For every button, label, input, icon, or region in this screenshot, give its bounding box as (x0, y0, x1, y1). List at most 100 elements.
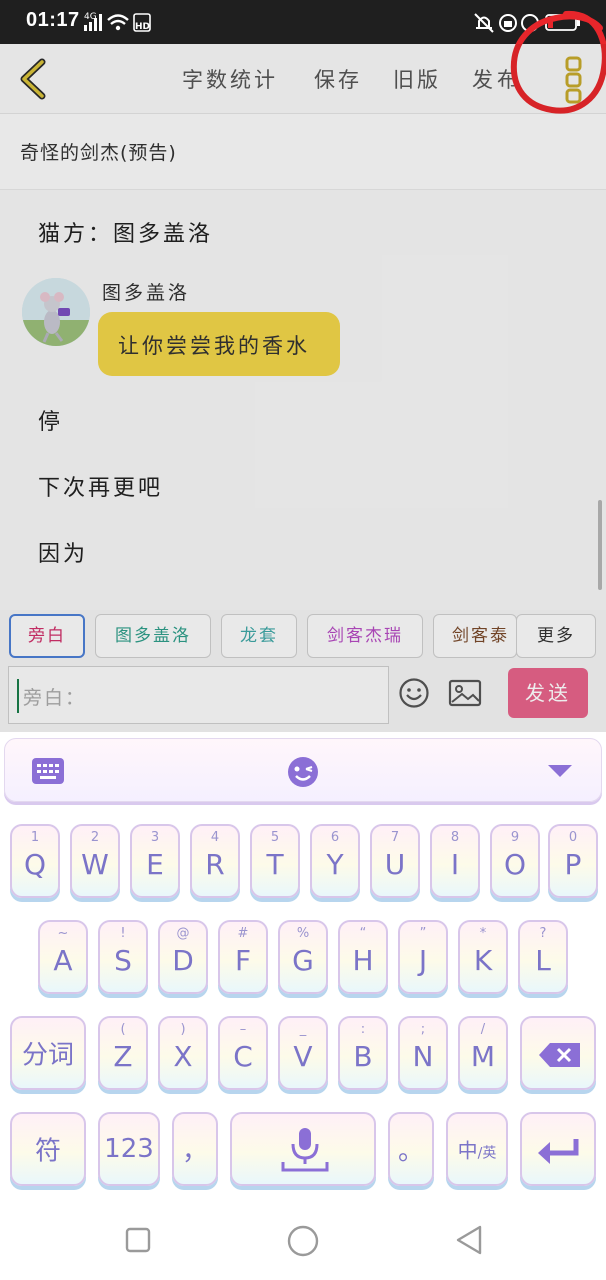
narration-line[interactable]: 因为 (38, 536, 88, 568)
key-y[interactable]: 6Y (310, 824, 360, 898)
key-o[interactable]: 9O (490, 824, 540, 898)
old-version-button[interactable]: 旧版 (393, 64, 441, 94)
key-n[interactable]: ; N (398, 1016, 448, 1090)
key-hint: 3 (150, 830, 160, 845)
key-t[interactable]: 5T (250, 824, 300, 898)
key-s[interactable]: ! S (98, 920, 148, 994)
input-placeholder: 旁白： (23, 687, 87, 709)
role-chip-narrator[interactable]: 旁白 (9, 614, 85, 658)
narration-line[interactable]: 停 (38, 404, 63, 436)
language-switch-key[interactable]: 中/英 (446, 1112, 508, 1186)
role-chip-character[interactable]: 龙套 (221, 614, 297, 658)
narration-line[interactable]: 下次再更吧 (38, 470, 163, 502)
number-key[interactable]: 123 (98, 1112, 160, 1186)
wink-emoji-icon[interactable] (286, 755, 320, 789)
key-hint: 4 (210, 830, 220, 845)
key-i[interactable]: 8I (430, 824, 480, 898)
key-hint: – (239, 1022, 247, 1037)
key-label: S (114, 944, 132, 977)
role-chip-character[interactable]: 剑客泰 (433, 614, 517, 658)
text-caret (17, 679, 19, 713)
publish-button[interactable]: 发布 (472, 64, 522, 94)
avatar[interactable] (22, 278, 90, 346)
key-label: 。 (397, 1136, 424, 1167)
key-label: M (470, 1040, 496, 1073)
word-count-button[interactable]: 字数统计 (182, 64, 278, 94)
period-key[interactable]: 。 (388, 1112, 434, 1186)
key-label: R (205, 848, 225, 881)
key-a[interactable]: ~ A (38, 920, 88, 994)
recent-apps-icon[interactable] (124, 1226, 152, 1254)
key-hint: ; (420, 1022, 426, 1037)
key-c[interactable]: – C (218, 1016, 268, 1090)
document-title[interactable]: 奇怪的剑杰(预告) (20, 138, 177, 165)
key-hint: 5 (270, 830, 280, 845)
more-roles-button[interactable]: 更多 (516, 614, 596, 658)
send-button[interactable]: 发送 (508, 668, 588, 718)
delete-key[interactable] (520, 1016, 596, 1090)
enter-key[interactable] (520, 1112, 596, 1186)
keyboard-toolbar (4, 738, 602, 802)
key-label: Z (113, 1040, 133, 1073)
narration-line[interactable]: 猫方：图多盖洛 (38, 216, 213, 248)
key-h[interactable]: “H (338, 920, 388, 994)
key-label: L (535, 944, 551, 977)
key-u[interactable]: 7U (370, 824, 420, 898)
key-e[interactable]: 3E (130, 824, 180, 898)
network-signal-icon: 4G HD (84, 12, 151, 32)
smiley-icon[interactable] (398, 677, 430, 709)
key-label: P (564, 848, 582, 881)
key-hint: _ (299, 1022, 307, 1037)
vertical-more-icon[interactable] (556, 54, 592, 106)
key-w[interactable]: 2W (70, 824, 120, 898)
back-triangle-icon[interactable] (454, 1224, 484, 1256)
key-label: Q (23, 848, 47, 881)
chevron-left-icon[interactable] (10, 54, 60, 104)
enter-icon (538, 1139, 579, 1164)
message-input-row: 旁白： 发送 (0, 662, 606, 732)
key-label: A (53, 944, 73, 977)
home-icon[interactable] (286, 1224, 320, 1258)
symbol-key[interactable]: 符 (10, 1112, 86, 1186)
role-chip-character[interactable]: 图多盖洛 (95, 614, 211, 658)
key-r[interactable]: 4R (190, 824, 240, 898)
save-button[interactable]: 保存 (314, 64, 362, 94)
image-icon[interactable] (448, 678, 482, 708)
role-chip-character[interactable]: 剑客杰瑞 (307, 614, 423, 658)
key-hint: 6 (330, 830, 340, 845)
bubble-text: 让你尝尝我的香水 (118, 334, 310, 358)
top-toolbar: 字数统计 保存 旧版 发布 (0, 44, 606, 114)
key-hint: “ (359, 926, 367, 941)
scrollbar[interactable] (598, 500, 602, 590)
key-k[interactable]: * K (458, 920, 508, 994)
key-l[interactable]: ? L (518, 920, 568, 994)
story-content: 猫方：图多盖洛 图多盖洛 让你尝尝我的香水 停 下次再更吧 因为 (0, 190, 606, 610)
key-q[interactable]: 1Q (10, 824, 60, 898)
key-m[interactable]: / M (458, 1016, 508, 1090)
message-input[interactable]: 旁白： (8, 666, 389, 724)
key-hint: 8 (450, 830, 460, 845)
key-b[interactable]: :B (338, 1016, 388, 1090)
triangle-down-icon[interactable] (547, 763, 573, 779)
key-label: G (292, 944, 314, 977)
lang-cn-label: 中 (457, 1138, 478, 1163)
key-hint: 1 (30, 830, 40, 845)
key-d[interactable]: @ D (158, 920, 208, 994)
key-hint: 9 (510, 830, 520, 845)
key-p[interactable]: 0P (548, 824, 598, 898)
key-label: X (173, 1040, 193, 1073)
key-j[interactable]: ” J (398, 920, 448, 994)
editor-screen: 字数统计 保存 旧版 发布 奇怪的剑杰(预告) 猫方：图多盖洛 图多盖洛 让你尝… (0, 44, 606, 732)
key-v[interactable]: _ V (278, 1016, 328, 1090)
key-g[interactable]: % G (278, 920, 328, 994)
space-key[interactable] (230, 1112, 376, 1186)
key-x[interactable]: ) X (158, 1016, 208, 1090)
comma-key[interactable]: ， (172, 1112, 218, 1186)
key-label: B (353, 1040, 373, 1073)
key-f[interactable]: # F (218, 920, 268, 994)
dialogue-bubble[interactable]: 让你尝尝我的香水 (98, 312, 340, 376)
key-z[interactable]: (Z (98, 1016, 148, 1090)
keyboard-icon[interactable] (31, 757, 65, 785)
key-hint: # (237, 926, 249, 941)
segment-key[interactable]: 分词 (10, 1016, 86, 1090)
